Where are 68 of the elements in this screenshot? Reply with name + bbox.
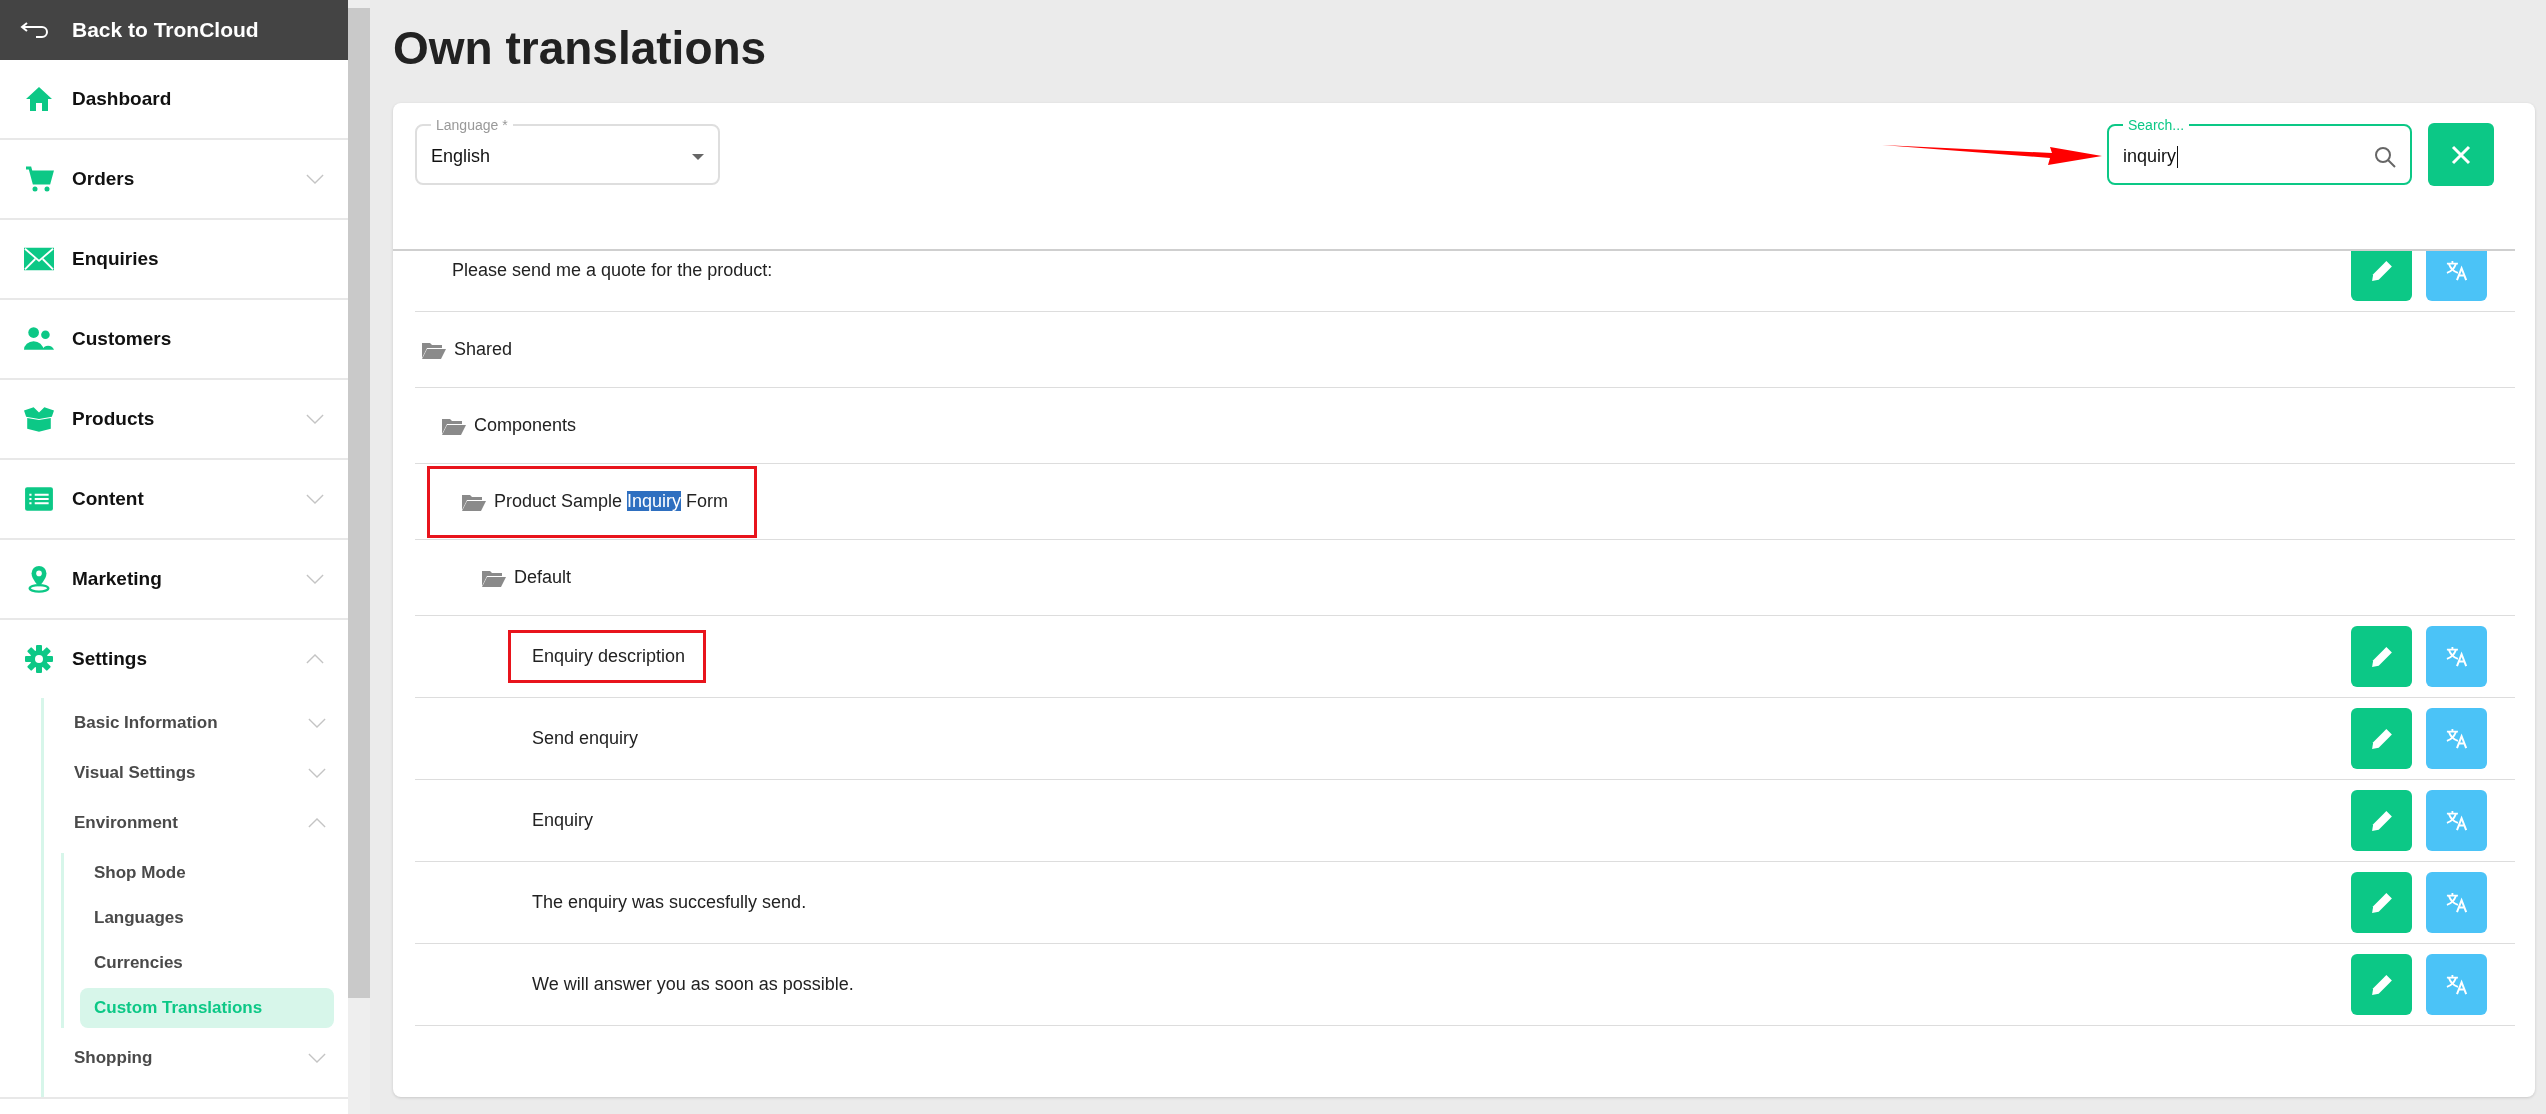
subnav-item[interactable]: Environment (44, 798, 348, 848)
nav-item[interactable]: Enquiries (0, 220, 348, 298)
translation-text: Enquiry description (532, 646, 686, 667)
translate-button[interactable] (2426, 954, 2487, 1015)
subnav-item[interactable]: Shopping (44, 1033, 348, 1083)
search-field[interactable]: Search... inquiry (2107, 116, 2412, 185)
translation-text: We will answer you as soon as possible. (532, 974, 854, 995)
nav-item[interactable]: Content (0, 460, 348, 538)
back-arrow-icon (20, 21, 50, 39)
edit-button[interactable] (2351, 708, 2412, 769)
settings-icon (24, 645, 54, 673)
folder-icon (482, 568, 506, 587)
list-icon (24, 485, 54, 513)
nav-item[interactable]: Orders (0, 140, 348, 218)
translate-icon (2445, 809, 2468, 832)
edit-button[interactable] (2351, 251, 2412, 301)
people-icon (24, 325, 54, 353)
home-icon (24, 85, 54, 113)
search-icon (2374, 145, 2396, 168)
caret-icon (692, 153, 704, 160)
box-icon (24, 405, 54, 433)
subnav-item[interactable]: Visual Settings (44, 748, 348, 798)
pencil-icon (2370, 973, 2393, 996)
pencil-icon (2370, 809, 2393, 832)
close-icon (2451, 144, 2471, 165)
translate-icon (2445, 891, 2468, 914)
subnav-item[interactable]: Languages (80, 898, 334, 938)
translation-text: Enquiry (532, 810, 594, 831)
subnav-item[interactable]: Basic Information (44, 698, 348, 748)
folder-label[interactable]: Product Sample Inquiry Form (494, 491, 729, 512)
subnav-item[interactable]: Currencies (80, 943, 334, 983)
nav-item[interactable]: Products (0, 380, 348, 458)
pencil-icon (2370, 259, 2393, 282)
translate-icon (2445, 259, 2468, 282)
translate-button[interactable] (2426, 626, 2487, 687)
translate-button[interactable] (2426, 790, 2487, 851)
translate-icon (2445, 645, 2468, 668)
subnav-item[interactable]: Shop Mode (80, 853, 334, 893)
close-button[interactable] (2428, 123, 2494, 186)
edit-button[interactable] (2351, 626, 2412, 687)
cart-icon (24, 165, 54, 193)
nav-item[interactable]: Customers (0, 300, 348, 378)
translation-text: Send enquiry (532, 728, 639, 749)
nav-item[interactable]: Marketing (0, 540, 348, 618)
pencil-icon (2370, 645, 2393, 668)
edit-button[interactable] (2351, 954, 2412, 1015)
folder-label[interactable]: Default (514, 567, 572, 588)
folder-label[interactable]: Components (474, 415, 577, 436)
folder-icon (422, 340, 446, 359)
pencil-icon (2370, 891, 2393, 914)
translate-icon (2445, 973, 2468, 996)
translation-text: Please send me a quote for the product: (452, 260, 773, 281)
folder-icon (442, 416, 466, 435)
folder-label[interactable]: Shared (454, 339, 513, 360)
page-title: Own translations (393, 21, 768, 76)
translate-button[interactable] (2426, 251, 2487, 301)
folder-icon (462, 492, 486, 511)
nav-item[interactable]: Settings (0, 620, 348, 698)
nav-item[interactable]: Dashboard (0, 60, 348, 138)
translate-icon (2445, 727, 2468, 750)
envelope-icon (24, 245, 54, 273)
translation-text: The enquiry was succesfully send. (532, 892, 807, 913)
edit-button[interactable] (2351, 872, 2412, 933)
edit-button[interactable] (2351, 790, 2412, 851)
translate-button[interactable] (2426, 708, 2487, 769)
back-link[interactable]: Back to TronCloud (0, 0, 348, 60)
translate-button[interactable] (2426, 872, 2487, 933)
pencil-icon (2370, 727, 2393, 750)
